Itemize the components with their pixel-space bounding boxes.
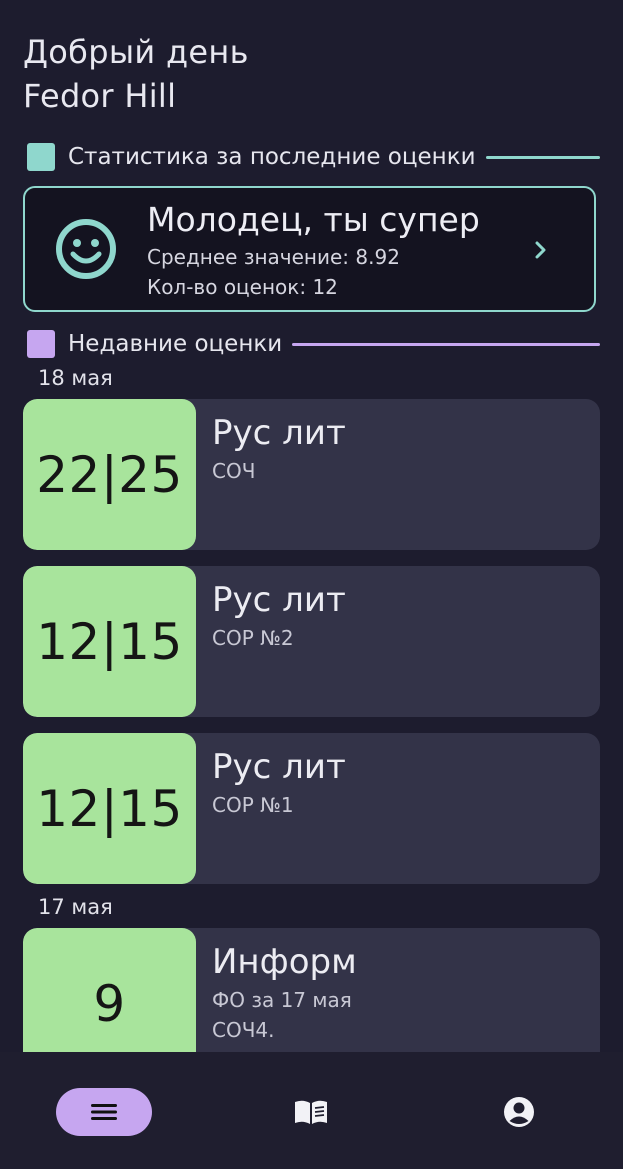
grade-score: 12|15: [23, 733, 196, 884]
recent-section-marker: [27, 330, 55, 358]
book-icon: [295, 1100, 327, 1124]
grade-subject: Рус лит: [212, 580, 346, 620]
smiley-face-icon: [56, 219, 116, 279]
date-label: 17 мая: [38, 895, 113, 919]
chevron-right-icon[interactable]: [532, 236, 550, 264]
grade-type: СОЧ4.: [212, 1018, 275, 1042]
greeting-block: Добрый день Fedor Hill: [23, 30, 249, 118]
grade-type: СОЧ: [212, 459, 256, 483]
bottom-navigation: [0, 1052, 623, 1169]
grade-score: 12|15: [23, 566, 196, 717]
grade-score: 22|25: [23, 399, 196, 550]
stats-summary-card[interactable]: Молодец, ты супер Среднее значение: 8.92…: [23, 186, 596, 312]
grade-subject: Информ: [212, 942, 357, 982]
grade-subject: Рус лит: [212, 413, 346, 453]
grade-type: ФО за 17 мая: [212, 988, 352, 1012]
nav-book-button[interactable]: [287, 1088, 335, 1136]
grade-subject: Рус лит: [212, 747, 346, 787]
grade-type: СОР №2: [212, 626, 294, 650]
stats-count: Кол-во оценок: 12: [147, 275, 338, 299]
greeting-text: Добрый день: [23, 33, 249, 71]
grade-card[interactable]: 12|15 Рус лит СОР №1: [23, 733, 600, 884]
date-label: 18 мая: [38, 366, 113, 390]
nav-menu-button[interactable]: [56, 1088, 152, 1136]
profile-icon: [504, 1097, 534, 1127]
stats-section-marker: [27, 143, 55, 171]
grade-type: СОР №1: [212, 793, 294, 817]
stats-card-title: Молодец, ты супер: [147, 200, 480, 239]
stats-average: Среднее значение: 8.92: [147, 245, 400, 269]
grade-card[interactable]: 9 Информ ФО за 17 мая СОЧ4.: [23, 928, 600, 1052]
stats-section-header: Статистика за последние оценки: [27, 142, 600, 172]
stats-section-divider: [485, 155, 600, 159]
grade-card[interactable]: 12|15 Рус лит СОР №2: [23, 566, 600, 717]
user-name: Fedor Hill: [23, 77, 177, 115]
recent-section-title: Недавние оценки: [68, 331, 283, 357]
main-content: Добрый день Fedor Hill Статистика за пос…: [0, 0, 623, 1052]
menu-icon: [91, 1104, 117, 1120]
stats-section-title: Статистика за последние оценки: [68, 144, 476, 170]
grade-card[interactable]: 22|25 Рус лит СОЧ: [23, 399, 600, 550]
grade-score: 9: [23, 928, 196, 1052]
nav-profile-button[interactable]: [495, 1088, 543, 1136]
recent-section-divider: [292, 342, 600, 346]
recent-section-header: Недавние оценки: [27, 329, 600, 359]
